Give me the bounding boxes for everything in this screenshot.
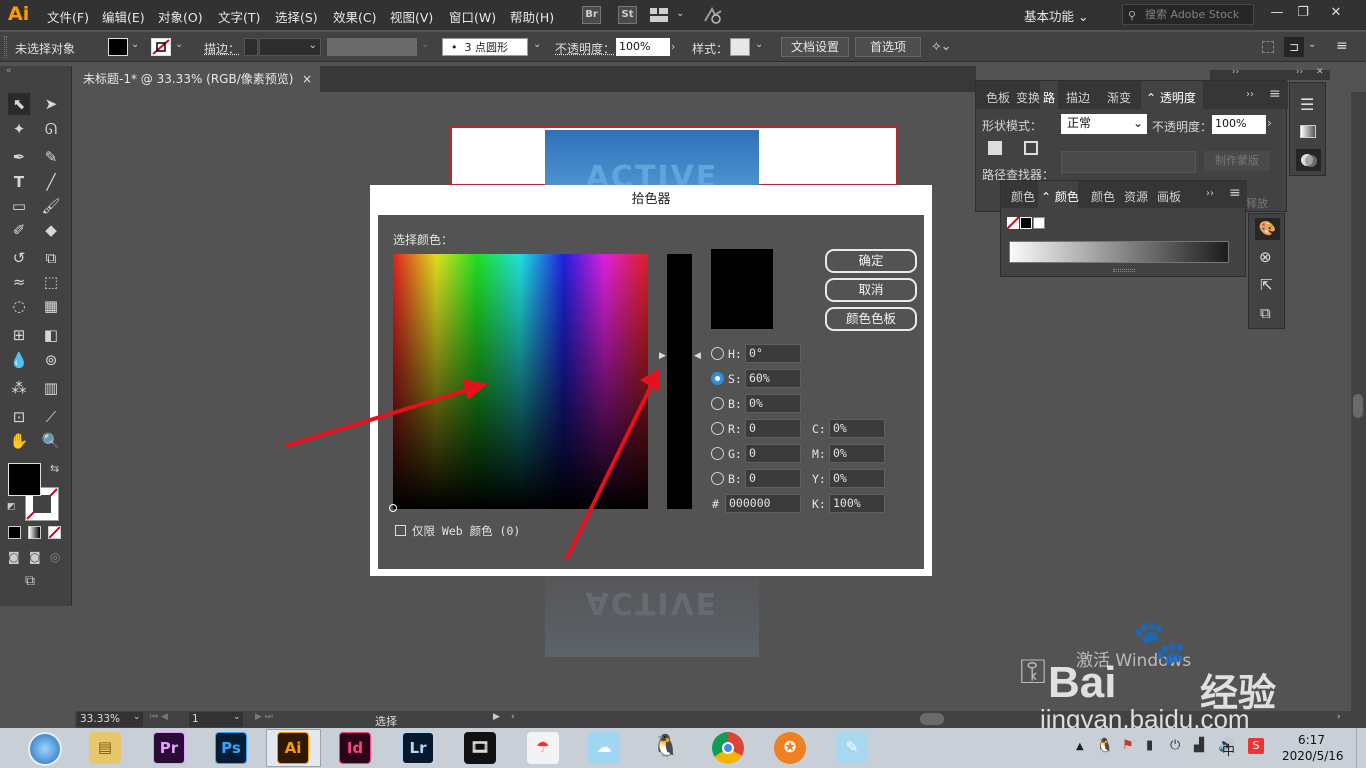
start-button[interactable] — [28, 732, 62, 766]
flag-tray-icon[interactable]: ⚑ — [1122, 738, 1134, 753]
photoshop-icon[interactable]: Ps — [215, 732, 247, 764]
horizontal-scrollbar-thumb[interactable] — [920, 713, 944, 725]
device-tray-icon[interactable]: ▮ — [1146, 738, 1153, 753]
sogou-icon[interactable]: S — [1248, 738, 1264, 754]
current-tool-status: 选择 — [375, 715, 397, 728]
key-icon: ⚿ — [1020, 652, 1046, 692]
tray-expand-icon[interactable]: ▲ — [1076, 741, 1084, 752]
indesign-icon[interactable]: Id — [339, 732, 371, 764]
next-artboard-icon[interactable]: ▶ ⏭ — [255, 712, 273, 722]
premiere-icon[interactable]: Pr — [153, 732, 185, 764]
power-tray-icon[interactable]: ⏻ — [1170, 738, 1180, 753]
taskbar: ▤ Pr Ps Ai Id Lr 🎞 ☂ ☁ 🐧 ✪ ✎ ▲ 🐧 ⚑ ▮ ⏻ ▟… — [0, 728, 1366, 768]
lightroom-icon[interactable]: Lr — [402, 732, 434, 764]
arrow-head-1 — [462, 379, 488, 400]
browser-icon[interactable]: ✪ — [774, 732, 806, 764]
clock-date[interactable]: 2020/5/16 — [1282, 749, 1344, 763]
chrome-icon[interactable] — [712, 732, 744, 764]
clock-time[interactable]: 6:17 — [1298, 733, 1325, 747]
baidu-logo-text: Bai — [1048, 658, 1117, 707]
video-editor-icon[interactable]: 🎞 — [464, 732, 496, 764]
chevron-down-icon[interactable]: ⌄ — [233, 712, 241, 722]
scroll-left-icon[interactable]: ‹ — [511, 712, 515, 722]
ime-indicator[interactable]: 中 — [1222, 740, 1235, 759]
qq-icon[interactable]: 🐧 — [650, 732, 682, 764]
status-menu-icon[interactable]: ▶ — [493, 712, 500, 722]
network-icon[interactable]: ▟ — [1194, 738, 1204, 753]
scroll-right-icon[interactable]: › — [1337, 712, 1341, 722]
chevron-down-icon[interactable]: ⌄ — [133, 712, 141, 722]
notebook-icon[interactable]: ✎ — [836, 732, 868, 764]
arrow-to-slider — [564, 383, 654, 561]
chat-app-icon[interactable]: ☁ — [588, 732, 620, 764]
show-desktop-button[interactable] — [1356, 728, 1366, 768]
arrow-to-color-field — [285, 386, 475, 448]
file-explorer-icon[interactable]: ▤ — [89, 732, 121, 764]
illustrator-icon[interactable]: Ai — [277, 732, 309, 764]
umbrella-app-icon[interactable]: ☂ — [527, 732, 559, 764]
paw-icon: 🐾 — [1132, 617, 1187, 668]
qq-tray-icon[interactable]: 🐧 — [1096, 738, 1113, 754]
first-artboard-icon[interactable]: ⏮ ◀ — [150, 712, 168, 722]
